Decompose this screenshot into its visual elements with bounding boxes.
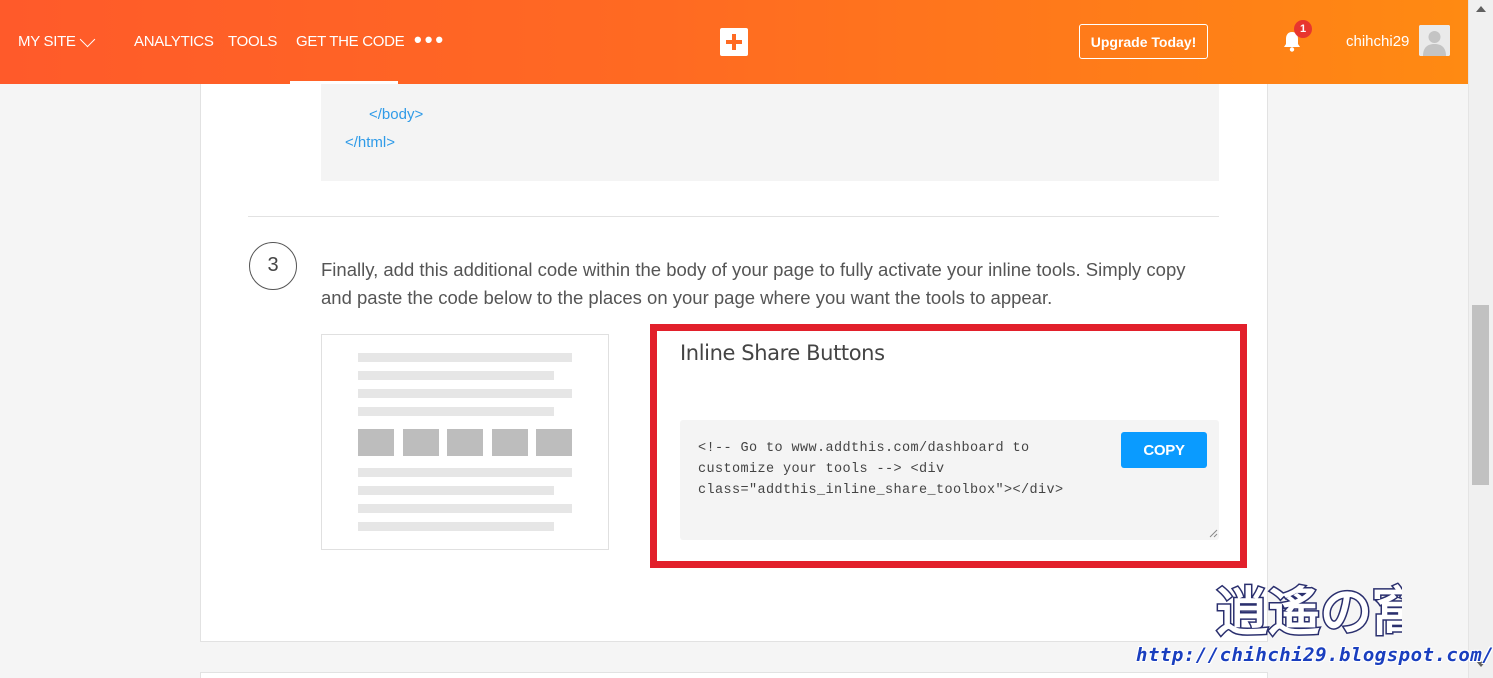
username[interactable]: chihchi29 xyxy=(1346,33,1409,50)
share-button-placeholder xyxy=(447,429,483,456)
share-button-placeholder xyxy=(492,429,528,456)
placeholder-line xyxy=(358,468,572,477)
scroll-up-arrow-icon[interactable] xyxy=(1476,6,1486,12)
top-nav-bar: MY SITE ANALYTICS TOOLS GET THE CODE •••… xyxy=(0,0,1468,84)
svg-text:逍遙の窩: 逍遙の窩 xyxy=(1216,583,1402,642)
share-button-placeholder xyxy=(536,429,572,456)
notification-badge: 1 xyxy=(1294,20,1312,38)
placeholder-line xyxy=(358,389,572,398)
copy-button[interactable]: COPY xyxy=(1121,432,1207,468)
watermark-logo: 逍遙の窩 xyxy=(1215,582,1403,643)
nav-tools[interactable]: TOOLS xyxy=(228,33,277,50)
share-button-placeholder xyxy=(403,429,439,456)
addthis-logo-icon[interactable] xyxy=(720,28,748,56)
code-preview-block xyxy=(321,84,1219,181)
step-instructions: Finally, add this additional code within… xyxy=(321,259,1186,308)
resize-handle-icon[interactable] xyxy=(1208,528,1218,538)
step-number: 3 xyxy=(249,242,297,290)
more-menu-icon[interactable]: ••• xyxy=(414,27,446,53)
placeholder-line xyxy=(358,353,572,362)
embed-code-text[interactable]: <!-- Go to www.addthis.com/dashboard to … xyxy=(698,438,1108,501)
avatar[interactable] xyxy=(1419,25,1450,56)
chevron-down-icon[interactable] xyxy=(79,31,96,48)
code-line-body: </body> xyxy=(369,106,424,123)
page-layout-illustration xyxy=(321,334,609,550)
upgrade-button[interactable]: Upgrade Today! xyxy=(1079,24,1208,59)
placeholder-line xyxy=(358,407,554,416)
watermark-url: http://chihchi29.blogspot.com/ xyxy=(1136,644,1493,666)
nav-my-site[interactable]: MY SITE xyxy=(18,33,76,50)
user-silhouette-icon xyxy=(1419,25,1450,56)
nav-get-the-code[interactable]: GET THE CODE xyxy=(296,33,405,50)
inline-share-title: Inline Share Buttons xyxy=(680,341,885,365)
share-button-placeholder xyxy=(358,429,394,456)
placeholder-line xyxy=(358,371,554,380)
placeholder-line xyxy=(358,504,572,513)
placeholder-line xyxy=(358,486,554,495)
scroll-thumb[interactable] xyxy=(1472,305,1489,485)
nav-analytics[interactable]: ANALYTICS xyxy=(134,33,214,50)
next-card xyxy=(200,672,1268,678)
vertical-scrollbar[interactable] xyxy=(1468,0,1493,678)
placeholder-line xyxy=(358,522,554,531)
code-line-html: </html> xyxy=(345,134,396,151)
section-divider xyxy=(248,216,1219,217)
